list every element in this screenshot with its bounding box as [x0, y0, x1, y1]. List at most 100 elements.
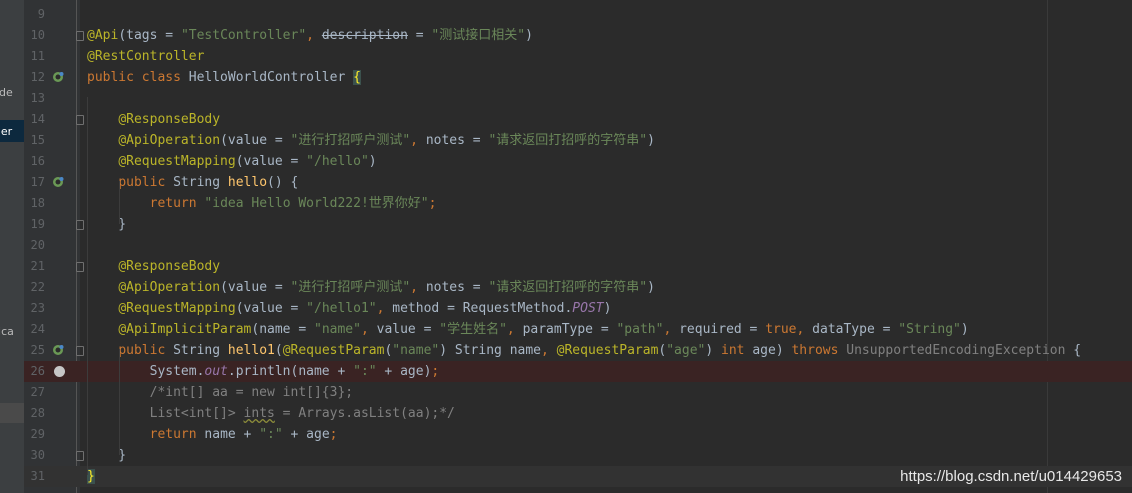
code-token: method = RequestMethod.: [392, 301, 573, 316]
code-text[interactable]: @Api(tags = "TestController", descriptio…: [87, 25, 533, 46]
code-token: return: [149, 427, 205, 442]
spring-bean-icon[interactable]: [52, 71, 64, 83]
fold-marker-icon[interactable]: [76, 346, 84, 356]
code-token: ,: [663, 322, 680, 337]
code-token: @ApiImplicitParam: [118, 322, 252, 337]
code-token: "path": [616, 322, 664, 337]
code-text[interactable]: @ResponseBody: [87, 109, 220, 130]
code-token: public class: [87, 70, 189, 85]
code-text[interactable]: @ApiImplicitParam(name = "name", value =…: [87, 319, 968, 340]
code-line[interactable]: 10 @Api(tags = "TestController", descript…: [24, 25, 1132, 46]
code-text[interactable]: }: [87, 214, 126, 235]
code-token: (tags =: [118, 28, 181, 43]
line-number: 9: [37, 7, 45, 21]
code-token: (value =: [220, 280, 291, 295]
code-line[interactable]: 18 return "idea Hello World222!世界你好";: [24, 193, 1132, 214]
spring-bean-icon[interactable]: [52, 176, 64, 188]
line-number: 19: [30, 217, 45, 231]
code-token: @RequestParam: [556, 343, 659, 358]
code-line[interactable]: 15 @ApiOperation(value = "进行打招呼户测试", not…: [24, 130, 1132, 151]
code-line[interactable]: 20: [24, 235, 1132, 256]
code-token: = Arrays.asList(aa);*/: [274, 406, 455, 421]
code-text[interactable]: @RequestMapping(value = "/hello1", metho…: [87, 298, 611, 319]
code-line[interactable]: 26 System.out.println(name + ":" + age);: [24, 361, 1132, 382]
fold-marker-icon[interactable]: [76, 451, 84, 461]
code-token: (value =: [235, 154, 307, 169]
code-text[interactable]: public String hello1(@RequestParam("name…: [87, 340, 1081, 361]
code-text[interactable]: /*int[] aa = new int[]{3};: [87, 382, 354, 403]
code-token: /*int[] aa = new int[]{3};: [87, 385, 354, 400]
fold-marker-icon[interactable]: [76, 262, 84, 272]
fold-marker-icon[interactable]: [76, 115, 84, 125]
code-token: age): [752, 343, 792, 358]
code-token: hello: [227, 175, 268, 190]
code-token: required =: [679, 322, 766, 337]
code-line[interactable]: 30 }: [24, 445, 1132, 466]
code-line[interactable]: 25 public String hello1(@RequestParam("n…: [24, 340, 1132, 361]
code-line[interactable]: 27 /*int[] aa = new int[]{3};: [24, 382, 1132, 403]
code-line[interactable]: 13: [24, 88, 1132, 109]
code-line[interactable]: 12 public class HelloWorldController {: [24, 67, 1132, 88]
breakpoint-icon[interactable]: [54, 366, 65, 377]
line-number: 16: [30, 154, 45, 168]
code-token: String: [173, 343, 228, 358]
code-token: ): [647, 280, 655, 295]
code-token: @RequestMapping: [118, 301, 236, 316]
code-token: @Api: [87, 28, 119, 43]
code-token: "name": [392, 343, 440, 358]
code-line[interactable]: 16 @RequestMapping(value = "/hello"): [24, 151, 1132, 172]
code-token: ;: [428, 196, 437, 211]
code-text[interactable]: @ApiOperation(value = "进行打招呼户测试", notes …: [87, 130, 655, 151]
code-text[interactable]: @ApiOperation(value = "进行打招呼户测试", notes …: [87, 277, 655, 298]
code-text[interactable]: List<int[]> ints = Arrays.asList(aa);*/: [87, 403, 455, 424]
line-number: 15: [30, 133, 45, 147]
spring-bean-icon[interactable]: [52, 344, 64, 356]
project-panel-edge[interactable]: otde oller plica: [0, 0, 24, 493]
code-line[interactable]: 29 return name + ":" + age;: [24, 424, 1132, 445]
code-text[interactable]: }: [87, 445, 126, 466]
code-token: @ApiOperation: [118, 280, 221, 295]
fold-marker-icon[interactable]: [76, 31, 84, 41]
code-token: @ResponseBody: [118, 259, 221, 274]
code-text[interactable]: @RequestMapping(value = "/hello"): [87, 151, 376, 172]
code-token: UnsupportedEncodingException: [846, 343, 1074, 358]
code-token: () {: [267, 175, 299, 190]
indent-guide: [87, 97, 88, 475]
fold-marker-icon[interactable]: [76, 220, 84, 230]
project-tree-item-selected[interactable]: oller: [0, 125, 15, 138]
code-line[interactable]: 9: [24, 4, 1132, 25]
code-token: }: [87, 469, 95, 484]
code-text[interactable]: public class HelloWorldController {: [87, 67, 361, 88]
code-line[interactable]: 17 public String hello() {: [24, 172, 1132, 193]
code-line[interactable]: 19 }: [24, 214, 1132, 235]
line-number: 27: [30, 385, 45, 399]
project-tree-item[interactable]: otde: [0, 86, 13, 99]
code-text[interactable]: @RestController: [87, 46, 204, 67]
code-text[interactable]: System.out.println(name + ":" + age);: [87, 361, 440, 382]
code-line[interactable]: 21 @ResponseBody: [24, 256, 1132, 277]
code-line[interactable]: 23 @RequestMapping(value = "/hello1", me…: [24, 298, 1132, 319]
indent-guide: [119, 349, 120, 455]
code-token: hello1: [227, 343, 275, 358]
code-token: true,: [765, 322, 813, 337]
code-line[interactable]: 24 @ApiImplicitParam(name = "name", valu…: [24, 319, 1132, 340]
code-line[interactable]: 11 @RestController: [24, 46, 1132, 67]
code-text[interactable]: @ResponseBody: [87, 256, 220, 277]
line-number: 22: [30, 280, 45, 294]
code-token: int: [721, 343, 753, 358]
code-line[interactable]: 22 @ApiOperation(value = "进行打招呼户测试", not…: [24, 277, 1132, 298]
code-text[interactable]: return "idea Hello World222!世界你好";: [87, 193, 437, 214]
code-line[interactable]: 14 @ResponseBody: [24, 109, 1132, 130]
code-token: dataType =: [812, 322, 899, 337]
code-text[interactable]: return name + ":" + age;: [87, 424, 338, 445]
code-token: =: [407, 28, 432, 43]
code-token: System.: [87, 364, 205, 379]
code-token: throws: [791, 343, 847, 358]
code-text[interactable]: }: [87, 466, 95, 487]
project-hover-strip: [0, 403, 24, 423]
project-tree-item[interactable]: plica: [0, 325, 14, 338]
code-line[interactable]: 28 List<int[]> ints = Arrays.asList(aa);…: [24, 403, 1132, 424]
code-token: ,: [410, 280, 426, 295]
